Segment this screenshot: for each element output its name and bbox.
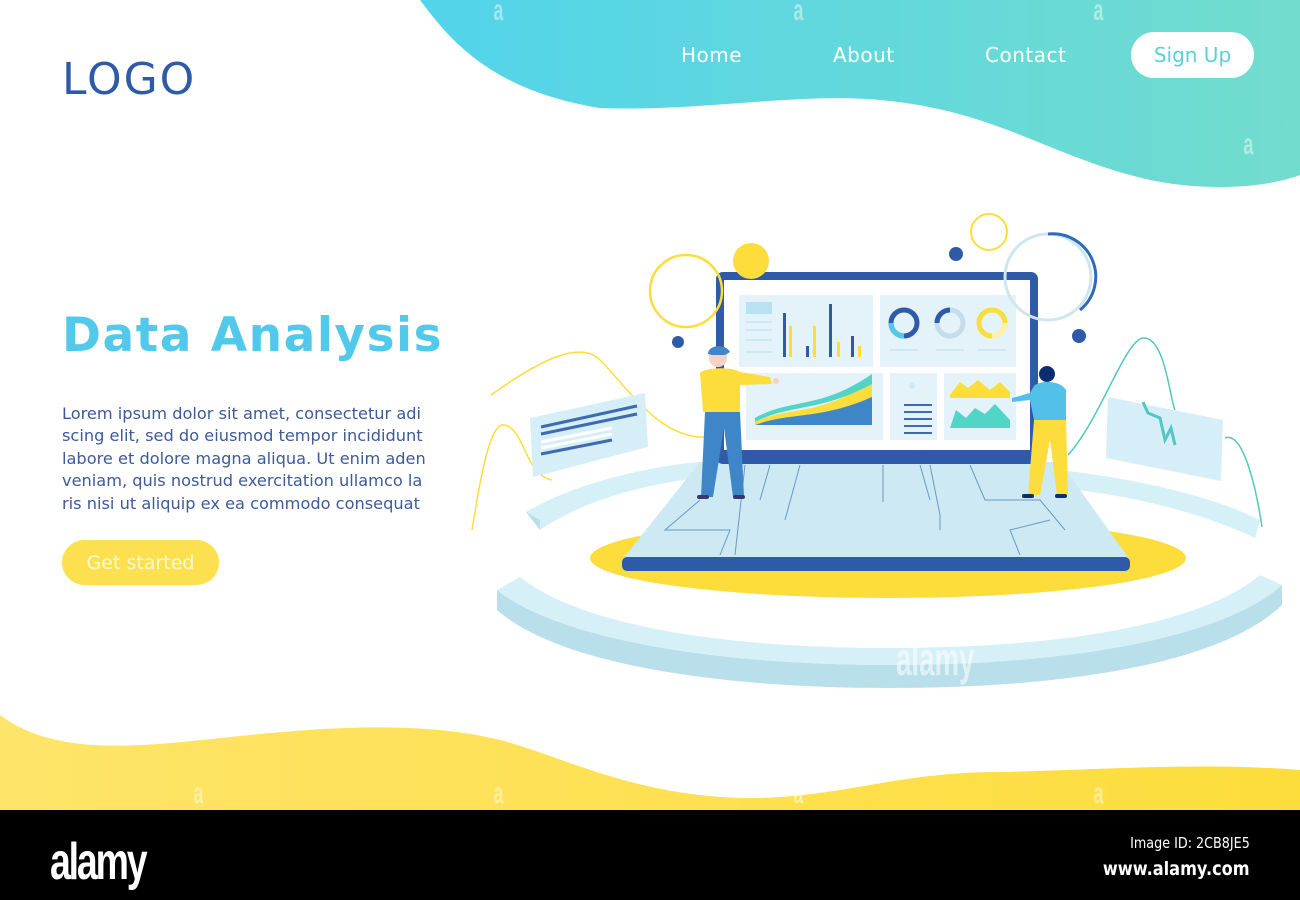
stock-footer: alamy Image ID: 2CB8JE5 www.alamy.com xyxy=(0,810,1300,900)
nav-home[interactable]: Home xyxy=(681,43,742,67)
watermark-center: alamy xyxy=(896,633,975,685)
donut-chart-panel xyxy=(880,295,1016,367)
watermark: a xyxy=(1093,777,1104,810)
footer-url: www.alamy.com xyxy=(1103,858,1250,880)
list-panel xyxy=(890,373,937,440)
watermark: a xyxy=(493,777,504,810)
hero-description: Lorem ipsum dolor sit amet, consectetur … xyxy=(62,403,432,515)
get-started-button[interactable]: Get started xyxy=(62,540,219,585)
image-id: Image ID: 2CB8JE5 xyxy=(1130,834,1250,852)
laptop-screen xyxy=(716,272,1038,464)
hero-description-line: Lorem ipsum dolor sit amet, consectetur … xyxy=(62,404,422,423)
watermark: a xyxy=(193,777,204,810)
watermark: a xyxy=(1243,128,1254,161)
alamy-logo: alamy xyxy=(50,833,148,891)
sign-up-button[interactable]: Sign Up xyxy=(1131,32,1254,78)
hero-description-line: labore et dolore magna aliqua. Ut enim a… xyxy=(62,448,426,468)
nav-contact[interactable]: Contact xyxy=(985,43,1066,67)
landing-page: a a a a a a a a alamy LOGO Home About Co… xyxy=(0,0,1300,810)
hero-title: Data Analysis xyxy=(62,308,444,363)
nav-about[interactable]: About xyxy=(833,43,895,67)
main-nav: Home About Contact Sign Up xyxy=(0,0,1300,110)
hero-description-line: scing elit, sed do eiusmod tempor incidi… xyxy=(62,426,423,446)
hero-description-line: ris nisi ut aliquip ex ea commodo conseq… xyxy=(62,493,420,513)
laptop-base xyxy=(622,462,1130,571)
hero-description-line: veniam, quis nostrud exercitation ullamc… xyxy=(62,471,423,491)
watermark: a xyxy=(793,777,804,810)
person-icon xyxy=(909,383,915,389)
